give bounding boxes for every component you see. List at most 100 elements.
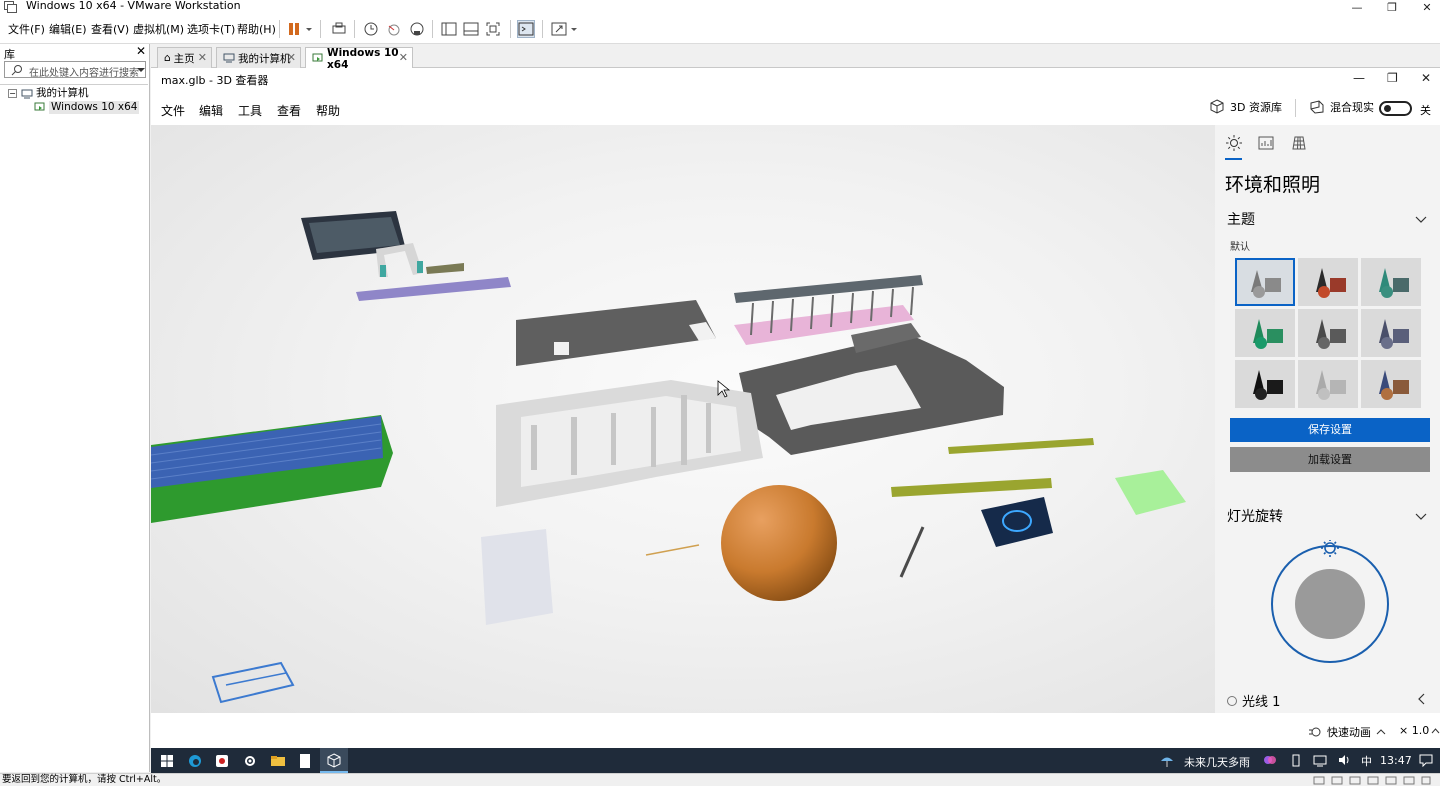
chevron-down-icon[interactable] [569, 20, 579, 38]
send-keys-icon[interactable] [330, 20, 348, 38]
taskbar-clock[interactable]: 13:47 [1380, 754, 1412, 767]
scene-small-bench [426, 263, 464, 274]
chevron-left-icon[interactable] [1417, 693, 1427, 705]
toolbar-separator [354, 20, 355, 38]
windows-start-icon[interactable] [158, 752, 176, 770]
stats-tab-icon[interactable] [1257, 134, 1275, 152]
viewer-menu-help[interactable]: 帮助 [316, 102, 340, 119]
viewer-menu-file[interactable]: 文件 [161, 102, 185, 119]
tree-item-my-computer[interactable]: − 我的计算机 [8, 87, 89, 100]
quick-animation-button[interactable]: 快速动画 [1308, 724, 1386, 740]
menu-view[interactable]: 查看(V) [91, 21, 129, 37]
scene-dark-slab [516, 300, 716, 366]
close-tab-icon[interactable]: ✕ [287, 51, 296, 64]
viewer-menu-tools[interactable]: 工具 [238, 102, 262, 119]
theme-section-title[interactable]: 主题 [1227, 209, 1255, 229]
device-status-icons[interactable] [1312, 775, 1432, 785]
collapse-icon[interactable]: − [8, 89, 17, 98]
thumbnail-bar-icon[interactable] [462, 20, 480, 38]
chevron-down-icon[interactable] [304, 20, 314, 38]
tab-home[interactable]: ⌂ 主页 ✕ [157, 47, 212, 68]
close-icon[interactable]: ✕ [1412, 0, 1440, 14]
volume-icon[interactable] [1337, 753, 1351, 767]
taskbar-3d-viewer-active[interactable] [320, 748, 348, 773]
theme-tile-4[interactable] [1235, 309, 1295, 357]
maximize-icon[interactable]: ❐ [1387, 71, 1398, 85]
save-settings-button[interactable]: 保存设置 [1230, 418, 1430, 442]
3d-library-button[interactable]: 3D 资源库 [1209, 99, 1282, 115]
close-icon[interactable]: ✕ [1421, 71, 1431, 85]
stretch-icon[interactable] [550, 20, 568, 38]
restore-icon[interactable]: ❐ [1377, 0, 1407, 14]
notepad-icon[interactable] [296, 752, 314, 770]
theme-tile-5[interactable] [1298, 309, 1358, 357]
viewer-menu-edit[interactable]: 编辑 [199, 102, 223, 119]
menu-vm[interactable]: 虚拟机(M) [133, 21, 184, 37]
close-tab-icon[interactable]: ✕ [399, 51, 408, 64]
chevron-up-icon[interactable] [1376, 727, 1386, 737]
theme-tile-8[interactable] [1298, 360, 1358, 408]
scene-slab-opening [554, 342, 569, 355]
weather-text[interactable]: 未来几天多雨 [1184, 754, 1250, 770]
weather-icon[interactable] [1159, 753, 1175, 769]
ime-icon[interactable]: 中 [1361, 753, 1372, 769]
cube-icon [1209, 99, 1225, 115]
load-settings-button[interactable]: 加载设置 [1230, 447, 1430, 472]
close-library-icon[interactable]: ✕ [136, 44, 146, 58]
mixed-reality-button[interactable]: 混合现实 [1309, 99, 1374, 115]
mixed-reality-icon [1309, 99, 1325, 115]
color-app-icon[interactable] [1263, 753, 1277, 767]
tab-windows-10[interactable]: Windows 10 x64 ✕ [305, 47, 413, 71]
network-icon[interactable] [1313, 753, 1327, 767]
notification-icon[interactable] [1419, 753, 1433, 767]
3d-library-label: 3D 资源库 [1230, 101, 1282, 114]
pause-icon[interactable] [286, 20, 304, 38]
light-rotation-dial[interactable] [1270, 540, 1390, 664]
theme-tile-1[interactable] [1235, 258, 1295, 306]
menu-edit[interactable]: 编辑(E) [49, 21, 87, 37]
fullscreen-icon[interactable] [484, 20, 502, 38]
theme-tile-3[interactable] [1361, 258, 1421, 306]
lighting-tab-icon[interactable] [1225, 134, 1243, 152]
app-icon[interactable] [213, 752, 231, 770]
chevron-up-icon[interactable] [1431, 727, 1440, 735]
speed-selector[interactable]: × 1.0 [1399, 724, 1429, 737]
close-tab-icon[interactable]: ✕ [198, 51, 207, 64]
computer-icon [223, 53, 235, 63]
snapshot-icon[interactable] [362, 20, 380, 38]
light-1-item[interactable]: 光线 1 [1227, 691, 1280, 710]
battery-icon[interactable] [1289, 753, 1303, 767]
snapshot-manager-icon[interactable] [408, 20, 426, 38]
grid-tab-icon[interactable] [1290, 134, 1308, 152]
theme-tile-7[interactable] [1235, 360, 1295, 408]
radio-icon[interactable] [1227, 695, 1237, 706]
3d-viewport[interactable] [151, 125, 1215, 713]
console-view-icon[interactable] [517, 20, 535, 38]
theme-tile-9[interactable] [1361, 360, 1421, 408]
vmware-title-bar: Windows 10 x64 - VMware Workstation — ❐ … [0, 0, 1440, 14]
settings-icon[interactable] [241, 752, 259, 770]
tab-my-computer[interactable]: 我的计算机 ✕ [216, 47, 301, 68]
viewer-menu-view[interactable]: 查看 [277, 102, 301, 119]
theme-tile-2[interactable] [1298, 258, 1358, 306]
minimize-icon[interactable]: — [1342, 0, 1372, 14]
edge-icon[interactable] [186, 752, 204, 770]
theme-tile-6[interactable] [1361, 309, 1421, 357]
menu-file[interactable]: 文件(F) [8, 21, 45, 37]
minimize-icon[interactable]: — [1353, 71, 1365, 85]
chevron-down-icon[interactable] [136, 64, 146, 76]
show-library-icon[interactable] [440, 20, 458, 38]
sun-handle-icon[interactable] [1321, 540, 1339, 557]
revert-snapshot-icon[interactable] [385, 20, 403, 38]
file-explorer-icon[interactable] [269, 752, 287, 770]
vmware-logo-icon [4, 1, 18, 13]
tree-item-vm[interactable]: Windows 10 x64 [34, 101, 140, 114]
light-rotation-title[interactable]: 灯光旋转 [1227, 506, 1283, 526]
mixed-reality-toggle[interactable] [1379, 101, 1412, 116]
menu-help[interactable]: 帮助(H) [237, 21, 276, 37]
chevron-down-icon[interactable] [1415, 510, 1427, 522]
chevron-down-icon[interactable] [1415, 213, 1427, 225]
computer-icon [21, 89, 33, 99]
library-search-input[interactable]: 在此处键入内容进行搜索 [4, 61, 146, 79]
menu-tabs[interactable]: 选项卡(T) [187, 21, 235, 37]
